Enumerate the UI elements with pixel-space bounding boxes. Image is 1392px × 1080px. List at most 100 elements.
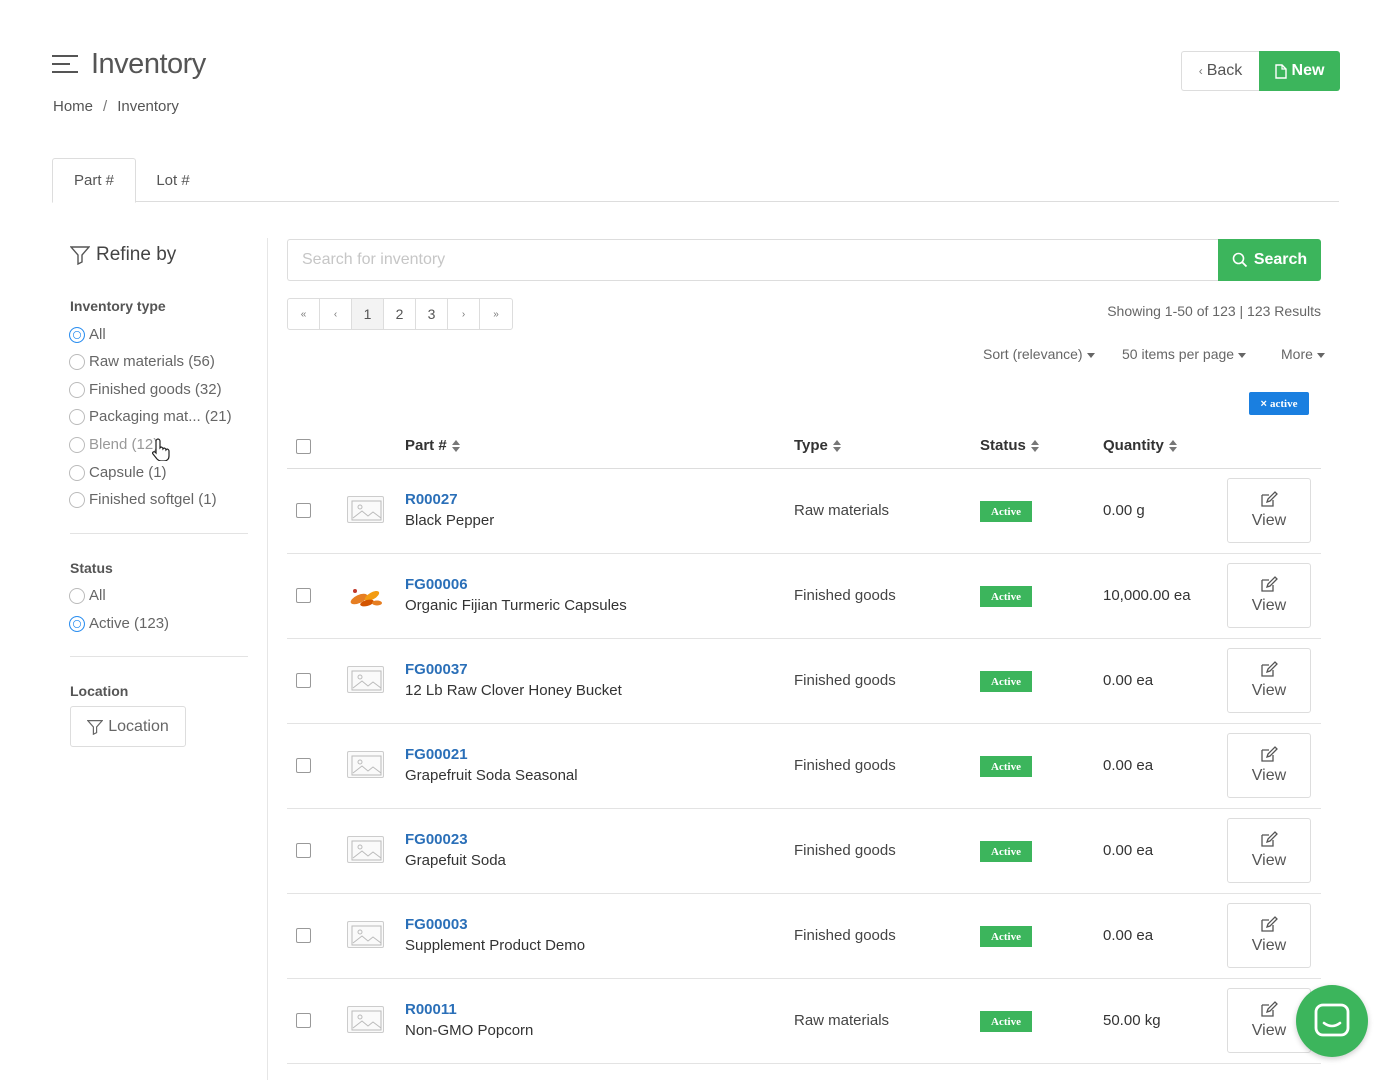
location-filter-button[interactable]: Location <box>70 706 186 747</box>
status-badge: Active <box>980 671 1032 692</box>
part-number-link[interactable]: FG00037 <box>405 661 468 678</box>
per-page-dropdown[interactable]: 50 items per page <box>1122 346 1247 362</box>
page-prev[interactable]: ‹ <box>320 299 352 329</box>
part-name: Supplement Product Demo <box>405 937 586 954</box>
part-number-link[interactable]: R00027 <box>405 491 458 508</box>
inventory-type-heading: Inventory type <box>70 298 166 314</box>
row-checkbox[interactable] <box>296 503 311 518</box>
edit-icon <box>1261 1001 1278 1017</box>
caret-down-icon <box>1086 352 1095 358</box>
breadcrumb-home[interactable]: Home <box>53 98 93 115</box>
radio-status-all[interactable]: All <box>69 587 106 604</box>
row-checkbox[interactable] <box>296 758 311 773</box>
breadcrumb: Home / Inventory <box>53 98 179 115</box>
row-checkbox[interactable] <box>296 673 311 688</box>
sidebar-separator <box>70 656 248 657</box>
sort-dropdown[interactable]: Sort (relevance) <box>983 346 1095 362</box>
part-number-link[interactable]: FG00023 <box>405 831 468 848</box>
radio-type-raw-materials[interactable]: Raw materials (56) <box>69 353 215 370</box>
radio-type-finished-goods[interactable]: Finished goods (32) <box>69 381 222 398</box>
view-button[interactable]: View <box>1227 818 1311 883</box>
file-icon <box>1274 63 1287 79</box>
hand-cursor-icon <box>152 438 170 461</box>
caret-down-icon <box>1316 352 1325 358</box>
sort-icon <box>1030 439 1039 452</box>
image-placeholder-icon <box>347 496 384 523</box>
radio-type-finished-softgel[interactable]: Finished softgel (1) <box>69 491 217 508</box>
chat-button[interactable] <box>1296 985 1368 1057</box>
image-placeholder-icon <box>347 836 384 863</box>
close-icon[interactable]: × <box>1261 398 1267 410</box>
page-last[interactable]: » <box>480 299 512 329</box>
view-button[interactable]: View <box>1227 903 1311 968</box>
row-checkbox[interactable] <box>296 843 311 858</box>
page-first[interactable]: « <box>288 299 320 329</box>
status-badge: Active <box>980 586 1032 607</box>
edit-icon <box>1261 576 1278 592</box>
view-button[interactable]: View <box>1227 648 1311 713</box>
view-button[interactable]: View <box>1227 563 1311 628</box>
radio-type-capsule[interactable]: Capsule (1) <box>69 464 167 481</box>
part-name: Black Pepper <box>405 512 495 529</box>
page-3[interactable]: 3 <box>416 299 448 329</box>
part-name: Grapefruit Soda Seasonal <box>405 767 578 784</box>
refine-by-heading: Refine by <box>70 244 176 266</box>
table-row[interactable]: R00027 Black Pepper Raw materials Active 0.0… <box>287 469 1321 554</box>
pagination: « ‹ 1 2 3 › » <box>287 298 513 330</box>
edit-icon <box>1261 746 1278 762</box>
part-number-link[interactable]: FG00021 <box>405 746 468 763</box>
back-button[interactable]: ‹ Back <box>1181 51 1259 91</box>
search-input[interactable] <box>287 239 1218 281</box>
view-button[interactable]: View <box>1227 733 1311 798</box>
part-quantity: 0.00 ea <box>1103 842 1154 859</box>
column-header-quantity[interactable]: Quantity <box>1103 437 1177 454</box>
edit-icon <box>1261 661 1278 677</box>
radio-type-packaging[interactable]: Packaging mat... (21) <box>69 408 232 425</box>
menu-icon[interactable] <box>52 55 78 77</box>
radio-status-active[interactable]: Active (123) <box>69 615 169 632</box>
more-dropdown[interactable]: More <box>1281 346 1325 362</box>
sidebar-separator <box>70 533 248 534</box>
page-next[interactable]: › <box>448 299 480 329</box>
column-header-part[interactable]: Part # <box>405 437 460 454</box>
chat-icon <box>1314 1003 1350 1037</box>
search-button[interactable]: Search <box>1218 239 1321 281</box>
table-row[interactable]: FG00021 Grapefruit Soda Seasonal Finished … <box>287 724 1321 809</box>
page-2[interactable]: 2 <box>384 299 416 329</box>
column-header-status[interactable]: Status <box>980 437 1039 454</box>
part-number-link[interactable]: FG00003 <box>405 916 468 933</box>
select-all-checkbox[interactable] <box>296 439 311 454</box>
row-checkbox[interactable] <box>296 928 311 943</box>
status-badge: Active <box>980 841 1032 862</box>
table-row[interactable]: FG00006 Organic Fijian Turmeric Capsules F… <box>287 554 1321 639</box>
edit-icon <box>1261 916 1278 932</box>
radio-type-all[interactable]: All <box>69 326 106 343</box>
table-row[interactable]: FG00037 12 Lb Raw Clover Honey Bucket Fini… <box>287 639 1321 724</box>
status-badge: Active <box>980 1011 1032 1032</box>
image-placeholder-icon <box>347 1006 384 1033</box>
part-quantity: 0.00 ea <box>1103 927 1154 944</box>
row-checkbox[interactable] <box>296 588 311 603</box>
part-name: Grapefuit Soda <box>405 852 506 869</box>
page-1[interactable]: 1 <box>352 299 384 329</box>
breadcrumb-current: Inventory <box>117 98 179 115</box>
new-button[interactable]: New <box>1259 51 1340 91</box>
part-quantity: 0.00 ea <box>1103 672 1154 689</box>
part-number-link[interactable]: R00011 <box>405 1001 457 1018</box>
table-row[interactable]: R00011 Non-GMO Popcorn Raw materials Active… <box>287 979 1321 1064</box>
tab-part[interactable]: Part # <box>52 158 136 203</box>
column-header-type[interactable]: Type <box>794 437 841 454</box>
part-number-link[interactable]: FG00006 <box>405 576 468 593</box>
table-row[interactable]: FG00023 Grapefuit Soda Finished goods Activ… <box>287 809 1321 894</box>
part-type: Raw materials <box>794 1012 890 1029</box>
edit-icon <box>1261 491 1278 507</box>
tab-lot[interactable]: Lot # <box>136 158 210 202</box>
table-row[interactable]: FG00003 Supplement Product Demo Finished g… <box>287 894 1321 979</box>
radio-type-blend[interactable]: Blend (12) <box>69 436 158 453</box>
part-quantity: 10,000.00 ea <box>1103 587 1191 604</box>
view-button[interactable]: View <box>1227 478 1311 543</box>
active-filter-chip[interactable]: × active <box>1249 392 1309 415</box>
image-placeholder-icon <box>347 921 384 948</box>
status-heading: Status <box>70 560 113 576</box>
row-checkbox[interactable] <box>296 1013 311 1028</box>
